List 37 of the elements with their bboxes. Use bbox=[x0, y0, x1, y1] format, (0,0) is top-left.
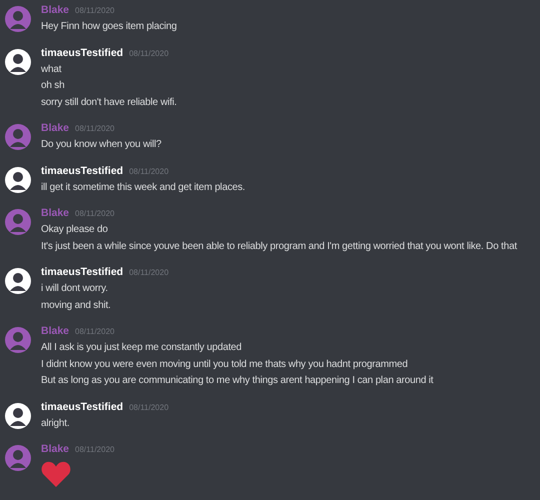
message-text: Hey Finn how goes item placing bbox=[41, 20, 177, 34]
message-text: All I ask is you just keep me constantly updated bbox=[41, 341, 242, 355]
heart-icon bbox=[41, 461, 71, 487]
timestamp: 08/11/2020 bbox=[75, 209, 114, 218]
timestamp: 08/11/2020 bbox=[129, 402, 169, 412]
username[interactable]: timaeusTestified bbox=[41, 400, 124, 412]
timestamp: 08/11/2020 bbox=[75, 327, 114, 336]
message-text: moving and shit. bbox=[41, 298, 111, 312]
avatar-icon[interactable] bbox=[5, 166, 31, 192]
username[interactable]: Blake bbox=[41, 4, 70, 16]
message-text: what bbox=[41, 62, 62, 76]
message-text: i will dont worry. bbox=[41, 282, 108, 296]
username[interactable]: timaeusTestified bbox=[41, 164, 124, 176]
timestamp: 08/11/2020 bbox=[129, 48, 169, 58]
timestamp: 08/11/2020 bbox=[75, 445, 114, 454]
message-text: It's just been a while since youve been able to reliably program and I'm getting worried that you wont like. Do that bbox=[41, 240, 517, 254]
message-text: I didnt know you were even moving until you told me thats why you hadnt programmed bbox=[41, 358, 408, 372]
username[interactable]: timaeusTestified bbox=[41, 266, 124, 278]
timestamp: 08/11/2020 bbox=[129, 268, 169, 277]
timestamp: 08/11/2020 bbox=[75, 6, 114, 15]
timestamp: 08/11/2020 bbox=[75, 124, 114, 133]
avatar-icon[interactable] bbox=[5, 402, 31, 428]
message-text: oh sh bbox=[41, 79, 64, 93]
username[interactable]: Blake bbox=[41, 443, 70, 455]
message-text: But as long as you are communicating to me why things arent happening I can plan around it bbox=[41, 374, 434, 388]
username[interactable]: Blake bbox=[41, 122, 70, 134]
message-text: sorry still don't have reliable wifi. bbox=[41, 96, 177, 110]
message-text: Okay please do bbox=[41, 223, 108, 237]
avatar-icon[interactable] bbox=[5, 48, 31, 74]
message-text: ill get it sometime this week and get item places. bbox=[41, 180, 245, 194]
username[interactable]: Blake bbox=[41, 207, 70, 219]
avatar-icon[interactable] bbox=[5, 268, 31, 294]
message-text: Do you know when you will? bbox=[41, 138, 162, 152]
username[interactable]: Blake bbox=[41, 325, 70, 337]
username[interactable]: timaeusTestified bbox=[41, 46, 124, 58]
timestamp: 08/11/2020 bbox=[129, 166, 169, 176]
message-text: alright. bbox=[41, 416, 70, 430]
